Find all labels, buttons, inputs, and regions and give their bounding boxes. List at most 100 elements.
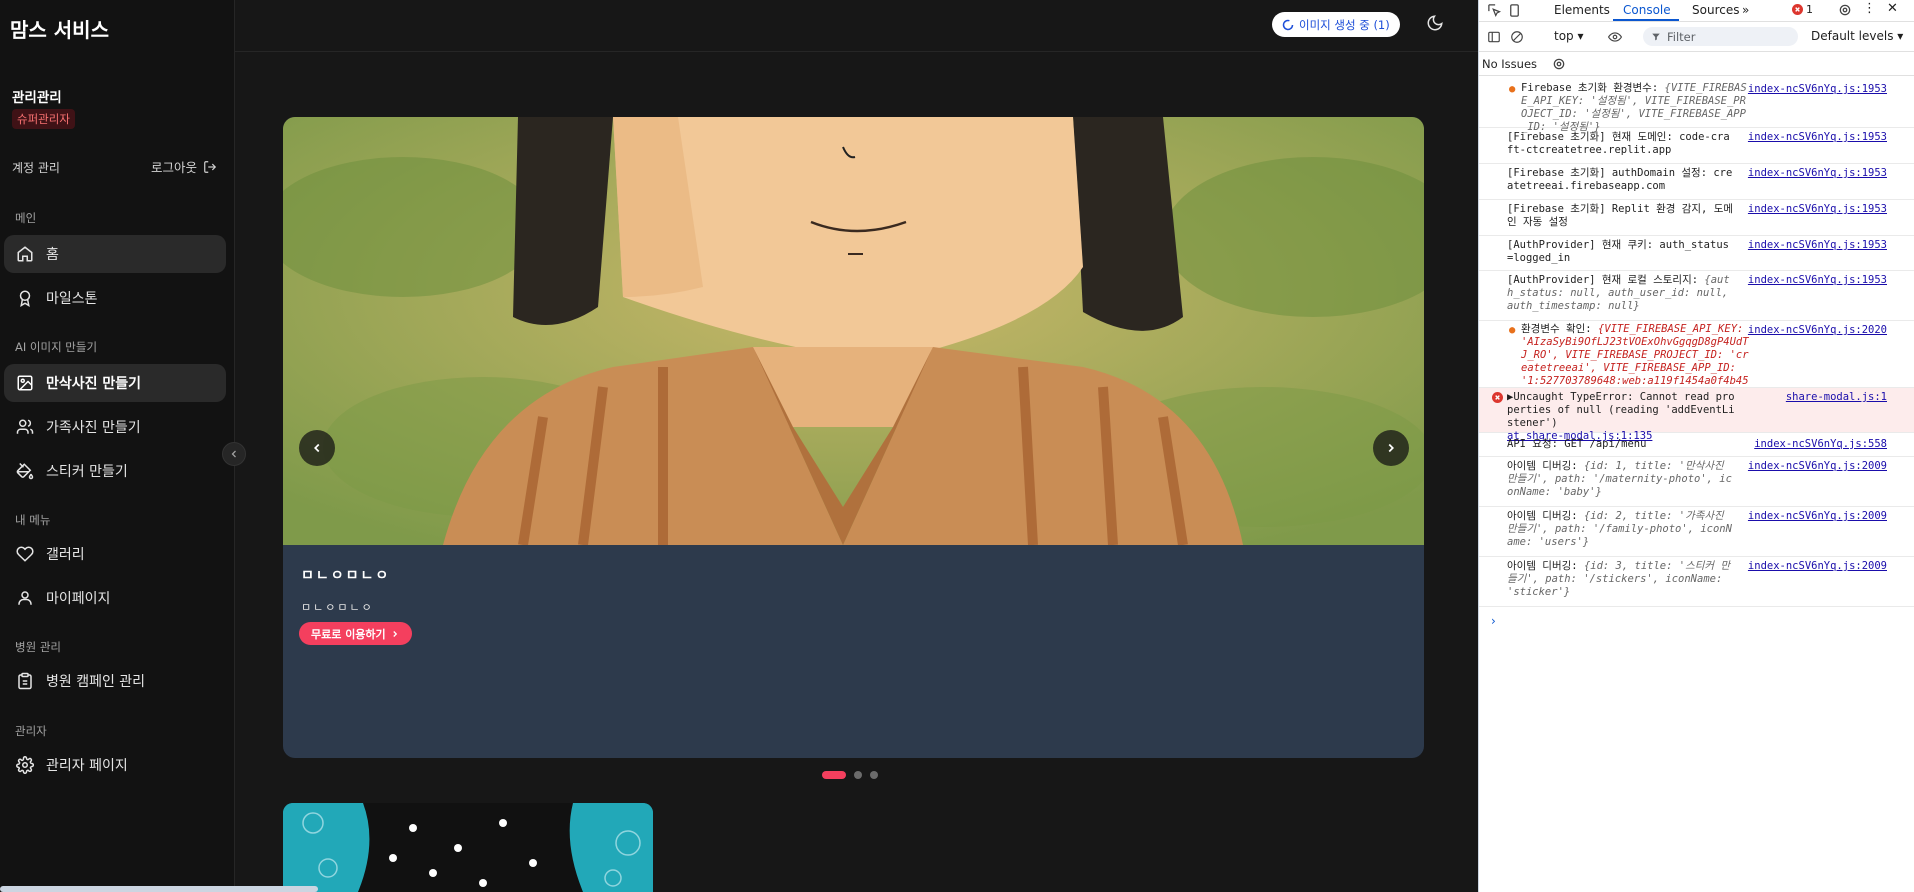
hero-subtitle: ㅁㄴㅇㅁㄴㅇ xyxy=(301,601,374,614)
log-source-link[interactable]: index-ncSV6nYq.js:1953 xyxy=(1748,203,1887,216)
image-plus-icon xyxy=(17,375,33,391)
carousel-dot[interactable] xyxy=(822,771,846,779)
console-message: 아이템 디버깅: {id: 3, title: '스티커 만들기', path:… xyxy=(1479,557,1914,607)
cta-label: 무료로 이용하기 xyxy=(311,627,386,641)
section-main: 메인 xyxy=(15,211,37,225)
heart-icon xyxy=(16,546,34,562)
tab-console[interactable]: Console xyxy=(1623,3,1671,17)
horizontal-scrollbar[interactable] xyxy=(0,886,318,892)
sidebar-item-label: 갤러리 xyxy=(46,547,85,563)
log-source-link[interactable]: index-ncSV6nYq.js:2009 xyxy=(1748,460,1887,473)
sidebar-item-label: 홈 xyxy=(46,247,59,263)
users-icon xyxy=(16,419,34,434)
logout-label: 로그아웃 xyxy=(150,160,197,175)
log-source-link[interactable]: share-modal.js:1 xyxy=(1786,391,1887,404)
log-source-link[interactable]: index-ncSV6nYq.js:2020 xyxy=(1748,324,1887,337)
loading-spinner-icon xyxy=(1282,19,1294,30)
clipboard-icon xyxy=(18,672,32,690)
sidebar-item-family[interactable]: 가족사진 만들기 xyxy=(4,408,226,446)
log-text: 아이템 디버깅: xyxy=(1507,460,1578,472)
generating-status-button[interactable]: 이미지 생성 중 (1) xyxy=(1272,12,1400,37)
sidebar-item-label: 가족사진 만들기 xyxy=(46,420,141,436)
log-source-link[interactable]: index-ncSV6nYq.js:1953 xyxy=(1748,239,1887,252)
error-icon xyxy=(1792,4,1803,15)
log-source-link[interactable]: index-ncSV6nYq.js:1953 xyxy=(1748,167,1887,180)
sidebar-item-label: 만삭사진 만들기 xyxy=(46,376,142,392)
hero-carousel: ㅁㄴㅇㅁㄴㅇ ㅁㄴㅇㅁㄴㅇ 무료로 이용하기 xyxy=(283,117,1424,758)
devtools-panel: Elements Console Sources » 1 ⋮ ✕ top ▾ F… xyxy=(1478,0,1914,892)
chevron-right-icon xyxy=(1388,443,1394,453)
sidebar-item-home[interactable]: 홈 xyxy=(4,235,226,273)
log-text: API 요청: GET /api/menu xyxy=(1507,438,1647,450)
log-text: [Firebase 초기화] authDomain 설정: createtree… xyxy=(1507,167,1733,192)
hero-title: ㅁㄴㅇㅁㄴㅇ xyxy=(301,568,391,584)
kebab-menu-icon[interactable]: ⋮ xyxy=(1863,1,1876,16)
log-source-link[interactable]: index-ncSV6nYq.js:2009 xyxy=(1748,510,1887,523)
theme-toggle-button[interactable] xyxy=(1426,14,1444,36)
console-message: API 요청: GET /api/menu index-ncSV6nYq.js:… xyxy=(1479,433,1914,457)
log-levels-value: Default levels xyxy=(1811,29,1894,43)
log-text: 아이템 디버깅: xyxy=(1507,560,1578,572)
settings-gear-icon[interactable] xyxy=(1838,3,1852,17)
service-card-thumbnail[interactable] xyxy=(283,803,653,892)
log-source-link[interactable]: index-ncSV6nYq.js:1953 xyxy=(1748,131,1887,144)
log-source-link[interactable]: index-ncSV6nYq.js:1953 xyxy=(1748,274,1887,287)
user-name: 관리관리 xyxy=(12,90,62,106)
sidebar-item-label: 마일스톤 xyxy=(46,291,98,307)
sidebar-item-gallery[interactable]: 갤러리 xyxy=(4,535,226,573)
device-toolbar-icon[interactable] xyxy=(1507,3,1522,18)
log-source-link[interactable]: index-ncSV6nYq.js:558 xyxy=(1754,438,1887,451)
console-toolbar: top ▾ Filter Default levels ▾ xyxy=(1479,22,1914,52)
section-admin: 관리자 xyxy=(15,724,47,738)
carousel-dot[interactable] xyxy=(870,771,878,779)
devtools-tabbar: Elements Console Sources » 1 ⋮ ✕ xyxy=(1479,0,1914,22)
sidebar-item-label: 병원 캠페인 관리 xyxy=(46,674,146,690)
tab-elements[interactable]: Elements xyxy=(1554,3,1610,17)
sidebar-item-admin-page[interactable]: 관리자 페이지 xyxy=(4,746,226,784)
carousel-pagination xyxy=(822,771,878,779)
sidebar-item-sticker[interactable]: 스티커 만들기 xyxy=(4,452,226,490)
tab-sources[interactable]: Sources xyxy=(1692,3,1739,17)
logout-button[interactable]: 로그아웃 xyxy=(151,157,217,176)
sidebar-collapse-button[interactable] xyxy=(222,442,246,466)
console-message: 아이템 디버깅: {id: 1, title: '만삭사진 만들기', path… xyxy=(1479,457,1914,507)
sidebar-item-mypage[interactable]: 마이페이지 xyxy=(4,579,226,617)
sidebar-item-campaign[interactable]: 병원 캠페인 관리 xyxy=(4,662,226,700)
console-message: ● 환경변수 확인: {VITE_FIREBASE_API_KEY: 'AIza… xyxy=(1479,321,1914,400)
log-levels-select[interactable]: Default levels ▾ xyxy=(1811,29,1903,43)
carousel-prev-button[interactable] xyxy=(299,430,335,466)
brand-title[interactable]: 맘스 서비스 xyxy=(10,14,109,43)
console-message: ● Firebase 초기화 환경변수: {VITE_FIREBASE_API_… xyxy=(1479,80,1914,133)
log-text: [Firebase 초기화] Replit 환경 감지, 도메인 자동 설정 xyxy=(1507,203,1734,228)
account-management-link[interactable]: 계정 관리 xyxy=(12,159,60,176)
console-prompt[interactable]: › xyxy=(1491,614,1496,628)
issues-label: No Issues xyxy=(1482,57,1538,71)
console-filter-input[interactable]: Filter xyxy=(1643,27,1798,46)
sidebar-item-label: 스티커 만들기 xyxy=(46,464,128,480)
inspect-element-icon[interactable] xyxy=(1487,3,1502,18)
hero-illustration xyxy=(283,117,1424,545)
carousel-dot[interactable] xyxy=(854,771,862,779)
log-text: [AuthProvider] 현재 쿠키: auth_status=logged… xyxy=(1507,239,1729,264)
log-source-link[interactable]: index-ncSV6nYq.js:2009 xyxy=(1748,560,1887,573)
context-value: top xyxy=(1554,29,1574,43)
log-source-link[interactable]: index-ncSV6nYq.js:1953 xyxy=(1748,83,1887,96)
sidebar-item-maternity[interactable]: 만삭사진 만들기 xyxy=(4,364,226,402)
log-text: [Firebase 초기화] 현재 도메인: code-craft-ctcrea… xyxy=(1507,131,1730,156)
console-message: 아이템 디버깅: {id: 2, title: '가족사진 만들기', path… xyxy=(1479,507,1914,557)
sidebar-item-milestone[interactable]: 마일스톤 xyxy=(4,279,226,317)
clear-console-icon[interactable] xyxy=(1510,30,1524,44)
context-select[interactable]: top ▾ xyxy=(1554,29,1584,43)
console-settings-icon[interactable] xyxy=(1552,57,1566,71)
more-tabs-icon[interactable]: » xyxy=(1742,3,1749,17)
carousel-next-button[interactable] xyxy=(1373,430,1409,466)
error-counter[interactable]: 1 xyxy=(1792,3,1813,16)
close-icon[interactable]: ✕ xyxy=(1887,1,1898,16)
log-text: 아이템 디버깅: xyxy=(1507,510,1578,522)
sidebar-toggle-icon[interactable] xyxy=(1487,30,1501,44)
sidebar-item-label: 관리자 페이지 xyxy=(46,758,128,774)
free-use-button[interactable]: 무료로 이용하기 xyxy=(299,622,412,645)
console-message: [Firebase 초기화] 현재 도메인: code-craft-ctcrea… xyxy=(1479,128,1914,164)
console-error-message: ▶Uncaught TypeError: Cannot read propert… xyxy=(1479,388,1914,442)
live-expression-eye-icon[interactable] xyxy=(1607,30,1623,44)
